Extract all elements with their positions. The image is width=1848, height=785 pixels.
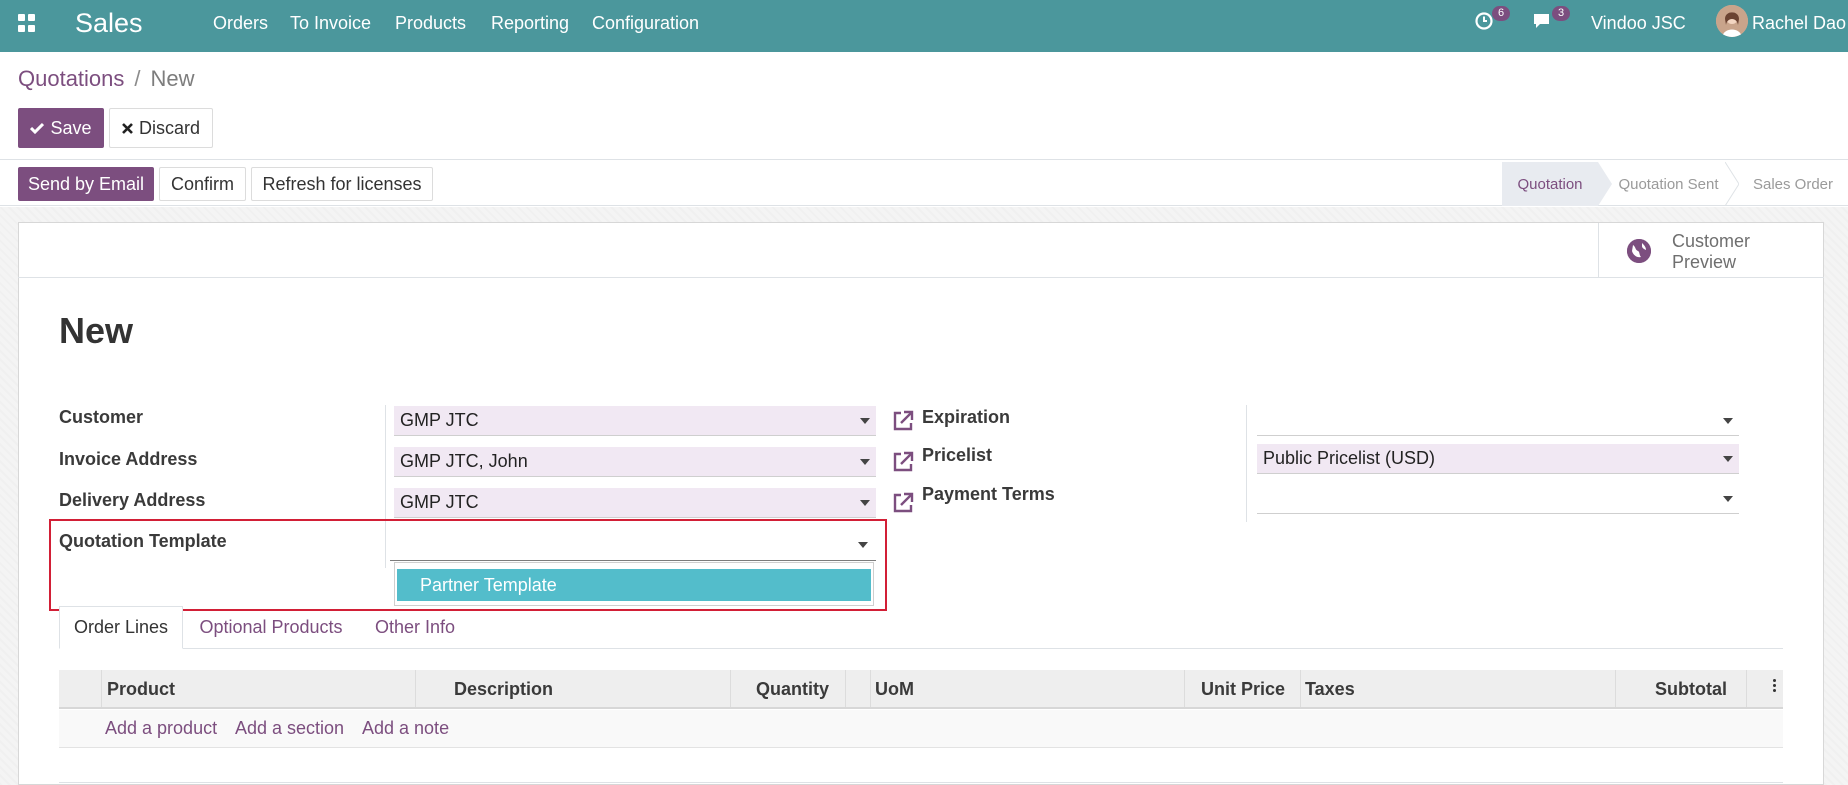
highlight-box	[49, 519, 887, 611]
external-link-icon[interactable]	[891, 491, 915, 515]
messages-chat-icon[interactable]: 3	[1532, 6, 1570, 31]
breadcrumb-quotations-link[interactable]: Quotations	[18, 66, 124, 91]
app-name[interactable]: Sales	[75, 8, 143, 39]
breadcrumb-current: New	[150, 66, 195, 91]
column-separator	[730, 670, 731, 707]
delivery-address-field[interactable]: GMP JTC	[394, 488, 876, 518]
divider	[59, 782, 1783, 783]
apps-menu-icon[interactable]	[18, 14, 36, 32]
order-lines-table-header: Product Description Quantity UoM Unit Pr…	[59, 670, 1783, 709]
invoice-address-value: GMP JTC, John	[400, 451, 528, 471]
send-by-email-button[interactable]: Send by Email	[18, 167, 154, 201]
discard-label: Discard	[138, 117, 200, 138]
check-icon	[30, 118, 45, 139]
invoice-address-label: Invoice Address	[59, 449, 198, 469]
field-separator	[385, 405, 386, 520]
menu-to-invoice[interactable]: To Invoice	[290, 13, 371, 34]
preview-line-2: Preview	[1672, 252, 1737, 272]
optional-columns-kebab-icon[interactable]	[1773, 679, 1777, 695]
top-navbar: Sales Orders To Invoice Products Reporti…	[0, 0, 1848, 52]
save-button[interactable]: Save	[18, 108, 104, 148]
chevron-down-icon[interactable]	[1723, 418, 1733, 424]
column-subtotal[interactable]: Subtotal	[1655, 679, 1727, 700]
add-section-link[interactable]: Add a section	[235, 718, 344, 739]
column-separator	[415, 670, 416, 707]
invoice-address-field[interactable]: GMP JTC, John	[394, 447, 876, 477]
expiration-field[interactable]	[1257, 406, 1739, 436]
customer-preview-label: Customer Preview	[1672, 231, 1750, 273]
breadcrumb: Quotations / New	[18, 66, 195, 92]
tab-optional-products[interactable]: Optional Products	[187, 606, 355, 649]
globe-icon	[1627, 239, 1651, 263]
stage-arrow-icon	[1725, 162, 1739, 206]
chevron-down-icon[interactable]	[860, 418, 870, 424]
chevron-down-icon[interactable]	[860, 459, 870, 465]
refresh-licenses-button[interactable]: Refresh for licenses	[251, 167, 433, 201]
column-quantity[interactable]: Quantity	[756, 679, 829, 700]
delivery-address-value: GMP JTC	[400, 492, 479, 512]
tab-other-info[interactable]: Other Info	[366, 606, 464, 649]
stage-quotation-sent[interactable]: Quotation Sent	[1612, 162, 1725, 206]
column-separator	[1746, 670, 1747, 707]
breadcrumb-separator: /	[134, 66, 141, 91]
add-product-link[interactable]: Add a product	[105, 718, 217, 739]
field-separator	[1246, 405, 1247, 522]
payment-terms-field[interactable]	[1257, 484, 1739, 514]
column-separator	[101, 670, 102, 707]
activity-clock-icon[interactable]: 6	[1474, 6, 1510, 31]
discard-button[interactable]: Discard	[109, 108, 213, 148]
payment-terms-label: Payment Terms	[922, 484, 1055, 504]
column-separator	[870, 670, 871, 707]
column-separator	[1615, 670, 1616, 707]
save-label: Save	[50, 117, 92, 138]
column-separator	[845, 670, 846, 707]
menu-configuration[interactable]: Configuration	[592, 13, 699, 34]
stage-quotation[interactable]: Quotation	[1502, 162, 1598, 206]
user-avatar[interactable]	[1716, 5, 1748, 37]
customer-value: GMP JTC	[400, 410, 479, 430]
user-menu[interactable]: Rachel Dao	[1752, 13, 1846, 34]
external-link-icon[interactable]	[891, 409, 915, 433]
preview-line-1: Customer	[1672, 231, 1751, 251]
column-unit-price[interactable]: Unit Price	[1201, 679, 1285, 700]
stage-sales-order[interactable]: Sales Order	[1745, 162, 1841, 206]
external-link-icon[interactable]	[891, 450, 915, 474]
customer-preview-button[interactable]: Customer Preview	[1598, 223, 1823, 278]
column-separator	[1184, 670, 1185, 707]
stage-arrow-icon	[1598, 162, 1612, 206]
add-note-link[interactable]: Add a note	[362, 718, 449, 739]
chevron-down-icon[interactable]	[1723, 496, 1733, 502]
pricelist-label: Pricelist	[922, 445, 993, 465]
page-title: New	[59, 310, 134, 351]
company-switcher[interactable]: Vindoo JSC	[1591, 13, 1686, 34]
pricelist-value: Public Pricelist (USD)	[1263, 448, 1436, 468]
confirm-button[interactable]: Confirm	[159, 167, 246, 201]
column-uom[interactable]: UoM	[875, 679, 914, 700]
divider	[0, 159, 1848, 160]
customer-label: Customer	[59, 407, 144, 427]
delivery-address-label: Delivery Address	[59, 490, 206, 510]
menu-products[interactable]: Products	[395, 13, 466, 34]
column-description[interactable]: Description	[454, 679, 553, 700]
expiration-label: Expiration	[922, 407, 1011, 427]
close-icon	[122, 118, 133, 139]
column-taxes[interactable]: Taxes	[1305, 679, 1355, 700]
button-box	[18, 222, 1824, 278]
customer-field[interactable]: GMP JTC	[394, 406, 876, 436]
column-product[interactable]: Product	[107, 679, 175, 700]
chevron-down-icon[interactable]	[1723, 456, 1733, 462]
activity-count-badge: 6	[1492, 6, 1510, 21]
column-separator	[1300, 670, 1301, 707]
menu-orders[interactable]: Orders	[213, 13, 268, 34]
chevron-down-icon[interactable]	[860, 500, 870, 506]
pricelist-field[interactable]: Public Pricelist (USD)	[1257, 444, 1739, 474]
menu-reporting[interactable]: Reporting	[491, 13, 569, 34]
tab-order-lines[interactable]: Order Lines	[59, 606, 183, 649]
message-count-badge: 3	[1552, 6, 1570, 21]
